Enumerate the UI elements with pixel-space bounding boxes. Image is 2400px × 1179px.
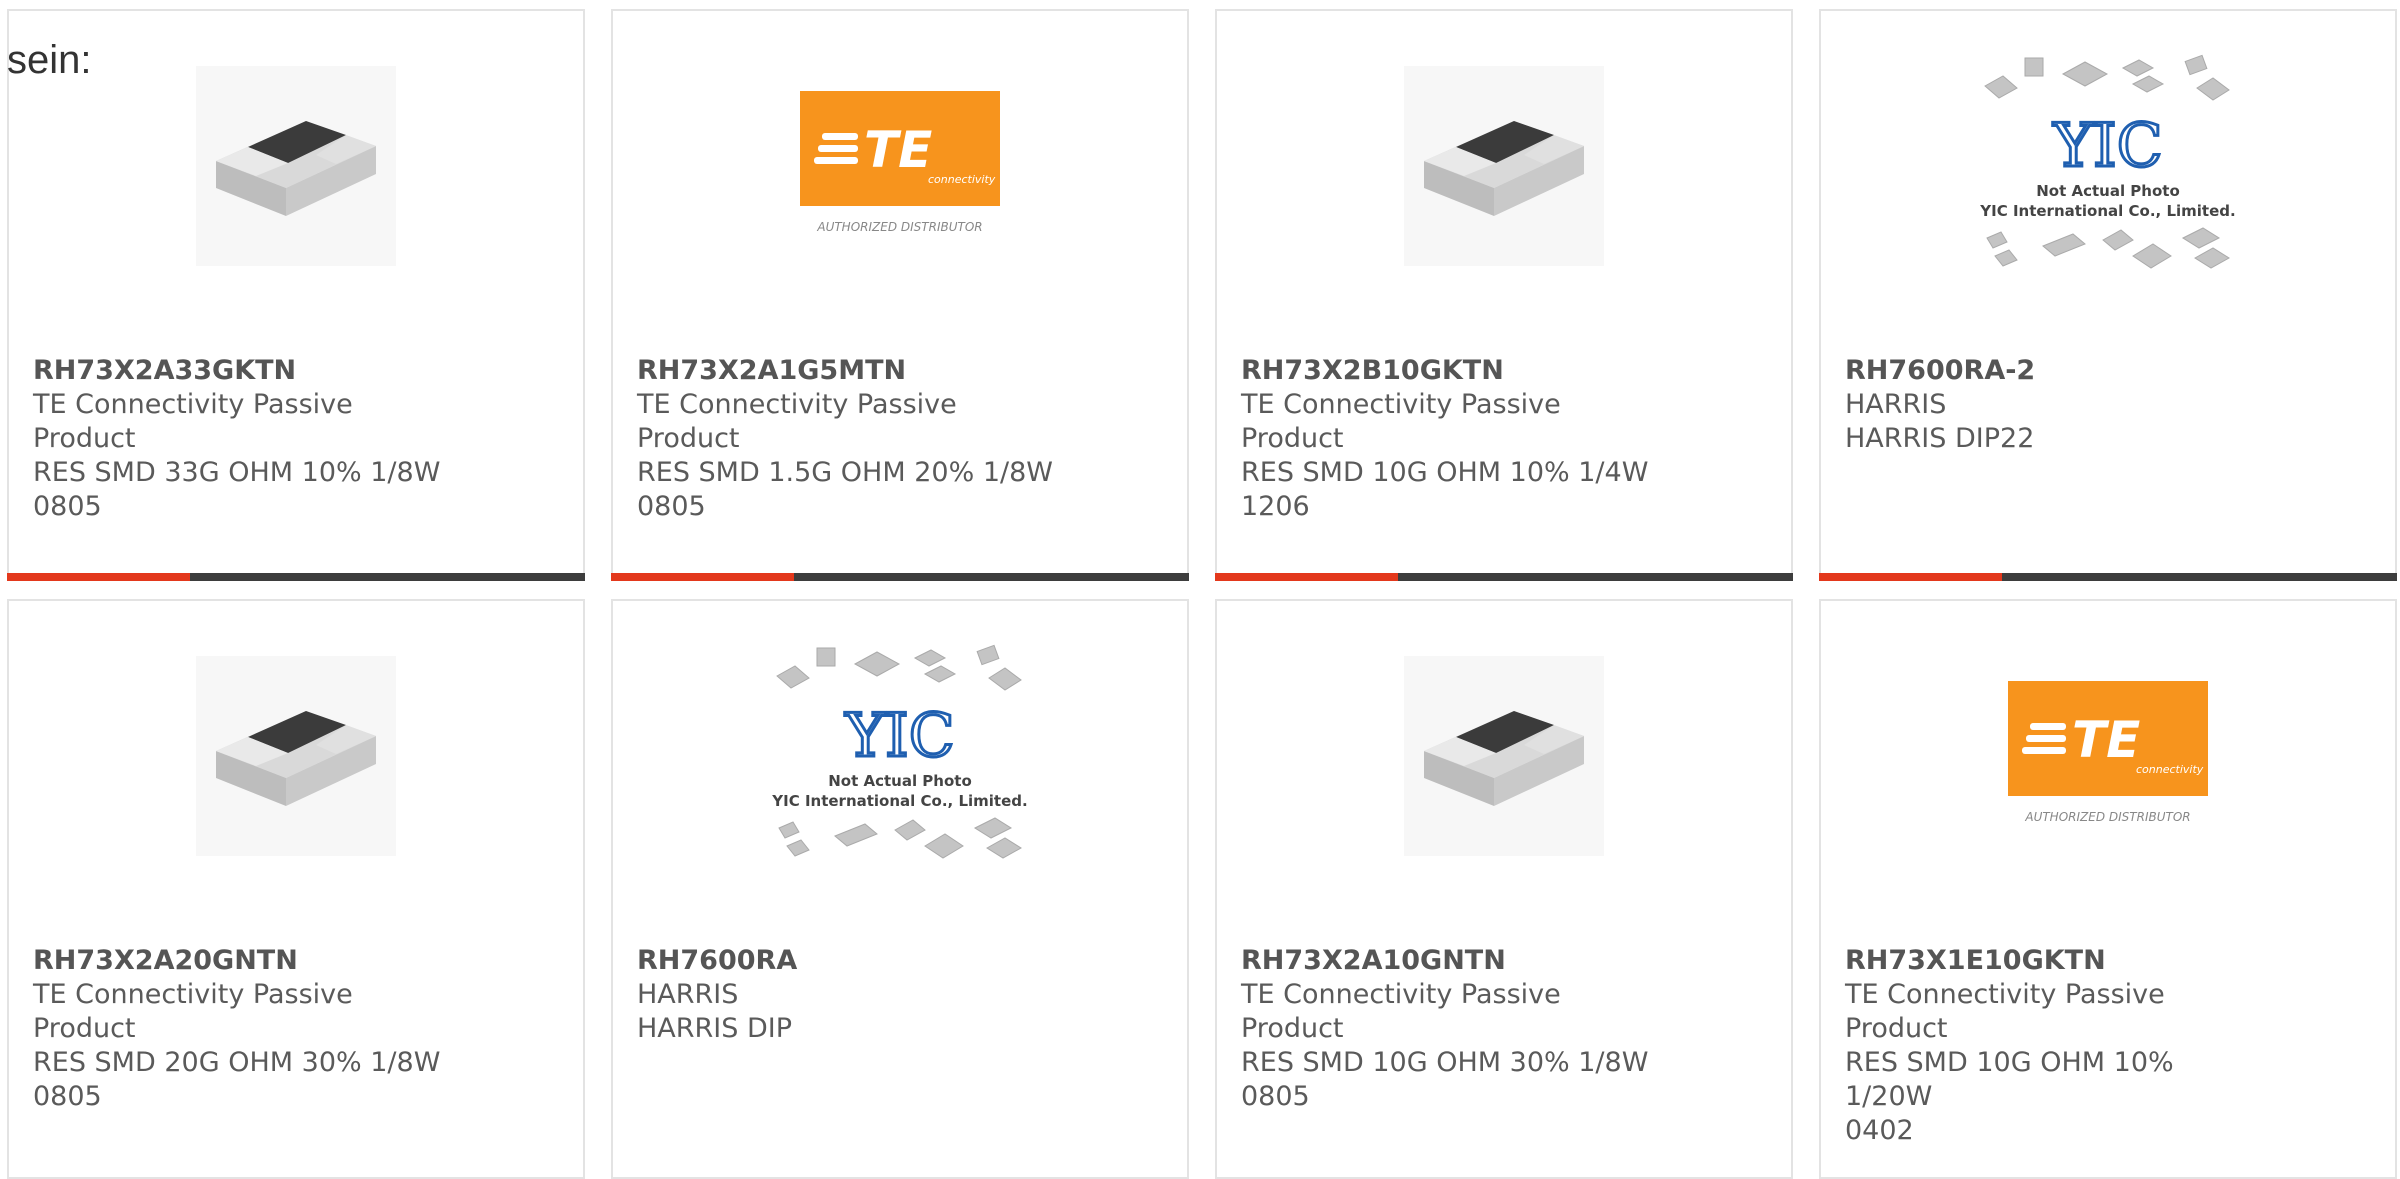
card-accent-bar — [611, 573, 1189, 581]
card-accent-bar — [1819, 573, 2397, 581]
svg-text:connectivity: connectivity — [928, 173, 996, 186]
manufacturer: TE Connectivity Passive Product — [33, 389, 353, 454]
description: HARRIS DIP22 — [1845, 423, 2035, 454]
product-info: RH7600RA-2 HARRIS HARRIS DIP22 — [1845, 354, 2265, 456]
description: RES SMD 33G OHM 10% 1/8W — [33, 457, 441, 488]
card-accent-bar — [7, 573, 585, 581]
description: RES SMD 10G OHM 30% 1/8W — [1241, 1047, 1649, 1078]
svg-text:YIC: YIC — [2052, 111, 2162, 181]
description: RES SMD 1.5G OHM 20% 1/8W — [637, 457, 1053, 488]
product-card[interactable]: YIC Not Actual Photo YIC International C… — [1819, 9, 2397, 581]
product-card[interactable]: RH73X2A33GKTN TE Connectivity Passive Pro… — [7, 9, 585, 581]
part-number[interactable]: RH7600RA — [637, 944, 1057, 978]
description: HARRIS DIP — [637, 1013, 793, 1044]
product-image[interactable]: YIC Not Actual Photo YIC International C… — [1821, 54, 2395, 269]
intro-text: sein: — [7, 38, 92, 82]
part-number[interactable]: RH7600RA-2 — [1845, 354, 2265, 388]
product-image[interactable] — [9, 656, 583, 856]
card-accent-bar — [1215, 573, 1793, 581]
package: 0805 — [637, 491, 706, 522]
product-image[interactable]: YIC Not Actual Photo YIC International C… — [613, 644, 1187, 859]
product-image[interactable] — [1217, 66, 1791, 266]
product-card[interactable]: TE connectivity AUTHORIZED DISTRIBUTOR R… — [611, 9, 1189, 581]
product-card[interactable]: TE connectivity AUTHORIZED DISTRIBUTOR R… — [1819, 599, 2397, 1179]
package: 0805 — [1241, 1081, 1310, 1112]
svg-text:YIC: YIC — [844, 701, 954, 771]
product-info: RH73X1E10GKTN TE Connectivity Passive Pro… — [1845, 944, 2265, 1148]
te-connectivity-logo: TE connectivity AUTHORIZED DISTRIBUTOR — [800, 91, 1000, 234]
manufacturer: TE Connectivity Passive Product — [33, 979, 353, 1044]
part-number[interactable]: RH73X2B10GKTN — [1241, 354, 1661, 388]
part-number[interactable]: RH73X1E10GKTN — [1845, 944, 2265, 978]
package: 1206 — [1241, 491, 1310, 522]
manufacturer: TE Connectivity Passive Product — [1845, 979, 2165, 1044]
description: RES SMD 10G OHM 10% 1/4W — [1241, 457, 1649, 488]
card-accent-red — [1215, 573, 1398, 581]
product-info: RH73X2A20GNTN TE Connectivity Passive Pro… — [33, 944, 453, 1114]
yic-placeholder-image: YIC Not Actual Photo YIC International C… — [1979, 54, 2236, 269]
product-image[interactable]: TE connectivity AUTHORIZED DISTRIBUTOR — [613, 71, 1187, 261]
part-number[interactable]: RH73X2A1G5MTN — [637, 354, 1057, 388]
product-image[interactable]: TE connectivity AUTHORIZED DISTRIBUTOR — [1821, 661, 2395, 851]
description: RES SMD 10G OHM 10% 1/20W — [1845, 1047, 2174, 1112]
part-number[interactable]: RH73X2A10GNTN — [1241, 944, 1661, 978]
package: 0805 — [33, 491, 102, 522]
package: 0805 — [33, 1081, 102, 1112]
svg-text:AUTHORIZED DISTRIBUTOR: AUTHORIZED DISTRIBUTOR — [2024, 810, 2190, 824]
resistor-chip-image — [196, 656, 396, 856]
manufacturer: TE Connectivity Passive Product — [1241, 389, 1561, 454]
product-info: RH73X2A33GKTN TE Connectivity Passive Pro… — [33, 354, 453, 524]
svg-text:Not Actual Photo: Not Actual Photo — [2036, 182, 2180, 200]
manufacturer: TE Connectivity Passive Product — [1241, 979, 1561, 1044]
product-card[interactable]: YIC Not Actual Photo YIC International C… — [611, 599, 1189, 1179]
svg-text:Not Actual Photo: Not Actual Photo — [828, 772, 972, 790]
part-number[interactable]: RH73X2A20GNTN — [33, 944, 453, 978]
yic-placeholder-image: YIC Not Actual Photo YIC International C… — [771, 644, 1028, 859]
description: RES SMD 20G OHM 30% 1/8W — [33, 1047, 441, 1078]
product-info: RH73X2A10GNTN TE Connectivity Passive Pro… — [1241, 944, 1661, 1114]
product-info: RH73X2B10GKTN TE Connectivity Passive Pro… — [1241, 354, 1661, 524]
resistor-chip-image — [1404, 656, 1604, 856]
svg-text:YIC International Co., Limited: YIC International Co., Limited. — [771, 792, 1027, 810]
product-info: RH7600RA HARRIS HARRIS DIP — [637, 944, 1057, 1046]
product-card[interactable]: RH73X2A10GNTN TE Connectivity Passive Pro… — [1215, 599, 1793, 1179]
part-number[interactable]: RH73X2A33GKTN — [33, 354, 453, 388]
svg-text:TE: TE — [2072, 711, 2140, 769]
te-connectivity-logo: TE connectivity AUTHORIZED DISTRIBUTOR — [2008, 681, 2208, 824]
manufacturer: HARRIS — [1845, 389, 1947, 420]
card-accent-red — [7, 573, 190, 581]
card-accent-red — [611, 573, 794, 581]
svg-text:YIC International Co., Limited: YIC International Co., Limited. — [1979, 202, 2235, 220]
product-card[interactable]: RH73X2B10GKTN TE Connectivity Passive Pro… — [1215, 9, 1793, 581]
manufacturer: TE Connectivity Passive Product — [637, 389, 957, 454]
svg-text:connectivity: connectivity — [2136, 763, 2204, 776]
svg-text:AUTHORIZED DISTRIBUTOR: AUTHORIZED DISTRIBUTOR — [816, 220, 982, 234]
manufacturer: HARRIS — [637, 979, 739, 1010]
product-image[interactable] — [9, 66, 583, 266]
resistor-chip-image — [1404, 66, 1604, 266]
package: 0402 — [1845, 1115, 1914, 1146]
product-image[interactable] — [1217, 656, 1791, 856]
svg-text:TE: TE — [864, 121, 932, 179]
resistor-chip-image — [196, 66, 396, 266]
product-card[interactable]: RH73X2A20GNTN TE Connectivity Passive Pro… — [7, 599, 585, 1179]
card-accent-red — [1819, 573, 2002, 581]
product-info: RH73X2A1G5MTN TE Connectivity Passive Pro… — [637, 354, 1057, 524]
